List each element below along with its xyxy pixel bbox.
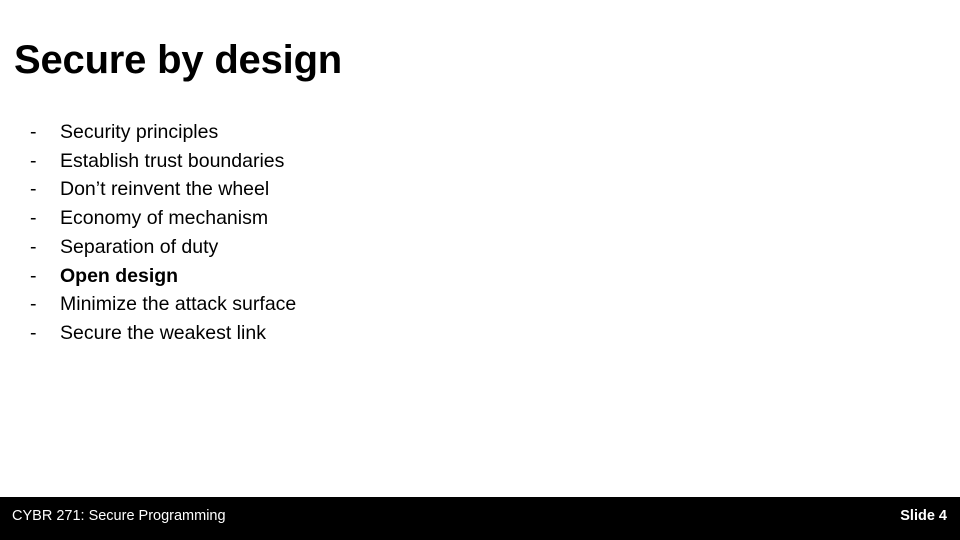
bullet-marker: - bbox=[30, 264, 37, 287]
slide: Secure by design - Security principles -… bbox=[0, 0, 960, 540]
bullet-marker: - bbox=[30, 121, 37, 143]
bullet-marker: - bbox=[30, 321, 37, 344]
bullet-label: Don’t reinvent the wheel bbox=[60, 178, 270, 201]
bullet-marker: - bbox=[30, 149, 37, 172]
list-item: - Secure the weakest link bbox=[30, 319, 730, 348]
bullet-label: Separation of duty bbox=[60, 235, 219, 258]
footer-course-label: CYBR 271: Secure Programming bbox=[12, 508, 226, 524]
bullet-marker: - bbox=[30, 235, 37, 258]
bullet-label: Open design bbox=[60, 264, 179, 287]
bullet-marker: - bbox=[30, 293, 37, 316]
page-title: Secure by design bbox=[14, 38, 343, 82]
bullet-marker: - bbox=[30, 207, 37, 230]
bullet-label: Secure the weakest link bbox=[60, 321, 266, 344]
list-item: - Minimize the attack surface bbox=[30, 290, 730, 319]
bullet-list: - Security principles - Establish trust … bbox=[30, 118, 730, 348]
bullet-label: Establish trust boundaries bbox=[60, 149, 285, 172]
bullet-marker: - bbox=[30, 178, 37, 201]
bullet-label: Minimize the attack surface bbox=[60, 293, 297, 316]
footer-slide-number: Slide 4 bbox=[900, 508, 947, 524]
footer-bar: CYBR 271: Secure Programming Slide 4 bbox=[0, 497, 960, 540]
list-item-highlighted: - Open design bbox=[30, 262, 730, 291]
list-item: - Don’t reinvent the wheel bbox=[30, 175, 730, 204]
list-item: - Economy of mechanism bbox=[30, 204, 730, 233]
bullet-label: Economy of mechanism bbox=[60, 207, 269, 230]
list-item: - Establish trust boundaries bbox=[30, 147, 730, 176]
bullet-label: Security principles bbox=[60, 121, 219, 143]
list-item: - Security principles bbox=[30, 118, 730, 147]
list-item: - Separation of duty bbox=[30, 233, 730, 262]
